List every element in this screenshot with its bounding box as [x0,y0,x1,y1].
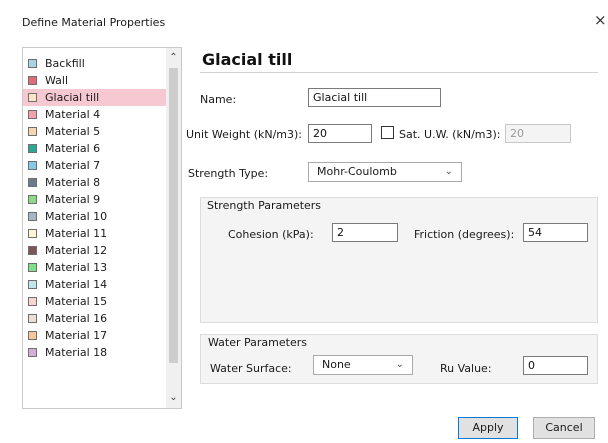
list-item-label: Glacial till [45,91,100,104]
list-scrollbar[interactable]: ⌃ ⌄ [166,48,181,408]
color-swatch [28,59,37,68]
list-item-label: Wall [45,74,69,87]
water-surface-value: None [322,358,351,371]
unit-weight-label: Unit Weight (kN/m3): [186,128,303,141]
list-item-label: Backfill [45,57,85,70]
ru-value-label: Ru Value: [440,362,492,375]
list-item-label: Material 5 [45,125,101,138]
strength-type-value: Mohr-Coulomb [317,165,397,178]
heading-divider [200,72,598,73]
color-swatch [28,297,37,306]
material-list[interactable]: Backfill Wall Glacial till Material 4 Materi… [22,47,182,409]
color-swatch [28,178,37,187]
color-swatch [28,161,37,170]
cohesion-field[interactable] [332,223,398,242]
color-swatch [28,110,37,119]
list-item[interactable]: Glacial till [23,89,166,106]
friction-field[interactable] [523,223,588,242]
list-item[interactable]: Backfill [23,55,166,72]
list-item[interactable]: Material 17 [23,327,166,344]
list-item-label: Material 15 [45,295,108,308]
list-item[interactable]: Material 18 [23,344,166,361]
sat-unit-weight-checkbox[interactable] [381,126,394,139]
scrollbar-thumb[interactable] [169,68,178,363]
list-item[interactable]: Material 12 [23,242,166,259]
chevron-down-icon: ⌄ [395,359,404,370]
list-item-label: Material 17 [45,329,108,342]
list-item[interactable]: Material 6 [23,140,166,157]
title-bar: Define Material Properties × [0,0,608,45]
list-item-label: Material 13 [45,261,108,274]
list-item[interactable]: Material 4 [23,106,166,123]
color-swatch [28,212,37,221]
list-item[interactable]: Material 16 [23,310,166,327]
color-swatch [28,348,37,357]
color-swatch [28,331,37,340]
strength-type-label: Strength Type: [188,167,269,180]
list-item-label: Material 6 [45,142,101,155]
chevron-down-icon[interactable]: ⌄ [166,390,181,406]
list-item[interactable]: Material 9 [23,191,166,208]
list-item-label: Material 10 [45,210,108,223]
water-surface-label: Water Surface: [210,362,292,375]
apply-button[interactable]: Apply [458,417,518,439]
friction-label: Friction (degrees): [414,228,515,241]
list-item-label: Material 8 [45,176,101,189]
color-swatch [28,229,37,238]
color-swatch [28,127,37,136]
color-swatch [28,263,37,272]
window-title: Define Material Properties [22,16,166,29]
water-parameters-title: Water Parameters [208,336,307,349]
ru-value-field[interactable] [523,356,588,375]
water-surface-select[interactable]: None ⌄ [313,355,413,375]
list-item-label: Material 9 [45,193,101,206]
sat-unit-weight-field[interactable] [505,124,571,143]
chevron-up-icon[interactable]: ⌃ [166,50,181,66]
list-item[interactable]: Material 13 [23,259,166,276]
color-swatch [28,76,37,85]
cohesion-label: Cohesion (kPa): [228,228,314,241]
sat-unit-weight-label: Sat. U.W. (kN/m3): [399,128,501,141]
list-item-label: Material 14 [45,278,108,291]
color-swatch [28,246,37,255]
list-item-label: Material 7 [45,159,101,172]
list-item-label: Material 4 [45,108,101,121]
list-item-label: Material 11 [45,227,108,240]
list-item[interactable]: Material 8 [23,174,166,191]
name-label: Name: [200,93,237,106]
list-item[interactable]: Material 15 [23,293,166,310]
unit-weight-field[interactable] [308,124,372,143]
list-item[interactable]: Wall [23,72,166,89]
strength-parameters-group [200,197,598,323]
list-item[interactable]: Material 14 [23,276,166,293]
material-heading: Glacial till [202,50,293,69]
list-item[interactable]: Material 10 [23,208,166,225]
name-field[interactable] [308,88,441,107]
list-item[interactable]: Material 11 [23,225,166,242]
color-swatch [28,280,37,289]
list-item-label: Material 16 [45,312,108,325]
list-item-label: Material 18 [45,346,108,359]
color-swatch [28,144,37,153]
list-item[interactable]: Material 7 [23,157,166,174]
close-icon[interactable]: × [594,12,607,28]
list-item-label: Material 12 [45,244,108,257]
material-list-items: Backfill Wall Glacial till Material 4 Materi… [23,55,166,361]
strength-parameters-title: Strength Parameters [207,199,322,212]
list-item[interactable]: Material 5 [23,123,166,140]
color-swatch [28,195,37,204]
color-swatch [28,93,37,102]
strength-type-select[interactable]: Mohr-Coulomb ⌄ [308,162,462,182]
chevron-down-icon: ⌄ [444,166,453,177]
color-swatch [28,314,37,323]
cancel-button[interactable]: Cancel [533,417,595,439]
